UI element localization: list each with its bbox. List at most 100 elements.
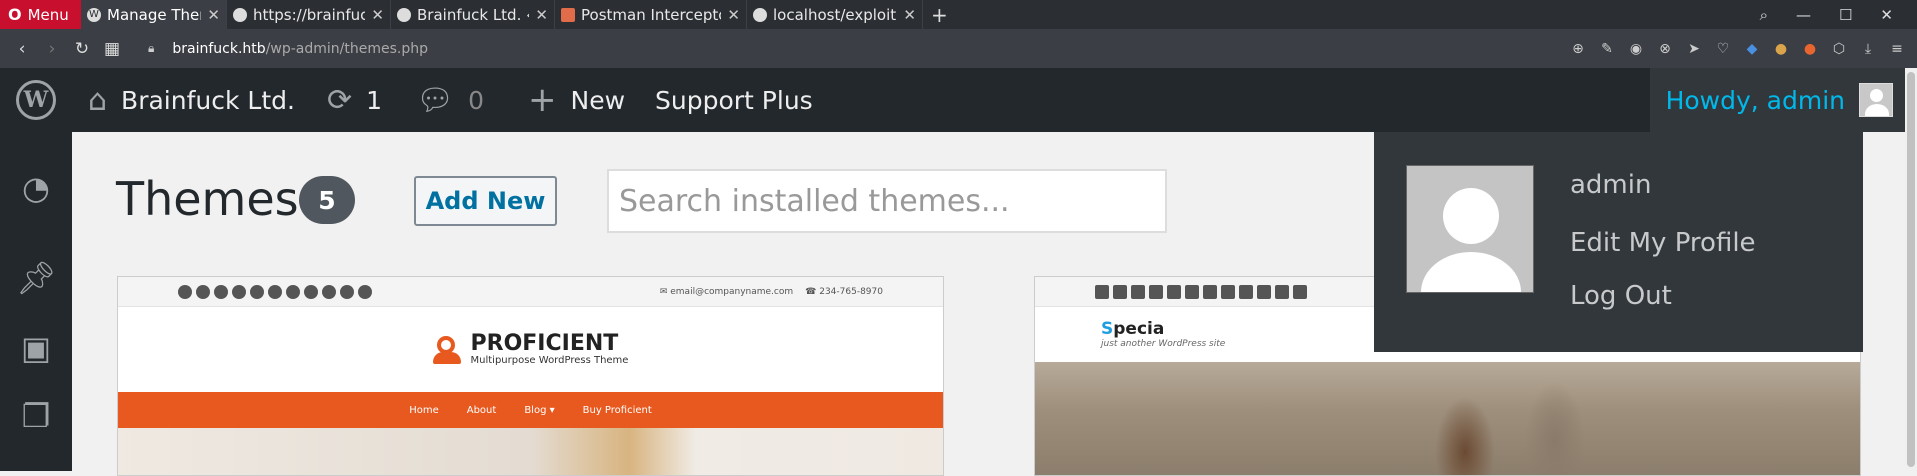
page-scrollbar[interactable] (1905, 68, 1917, 471)
twitter-icon (214, 284, 228, 299)
download-icon[interactable]: ⤓ (1860, 41, 1876, 57)
vk-icon (1257, 284, 1271, 299)
new-tab-icon[interactable]: + (931, 3, 948, 27)
support-plus-label: Support Plus (655, 85, 813, 115)
new-content-menu[interactable]: + New (528, 68, 625, 132)
site-name-menu[interactable]: ⌂ Brainfuck Ltd. (88, 68, 295, 132)
theme-preview-photo (1035, 362, 1860, 475)
extension-blue-icon[interactable]: ◆ (1744, 41, 1760, 57)
search-themes-input[interactable] (607, 169, 1167, 233)
close-tab-icon[interactable]: ✕ (903, 6, 916, 24)
minimize-icon[interactable]: — (1796, 6, 1811, 24)
tab-login[interactable]: Brainfuck Ltd. ‹ Log In ✕ (391, 0, 555, 29)
proficient-logo-icon (432, 335, 463, 364)
close-tab-icon[interactable]: ✕ (207, 6, 220, 24)
vimeo-icon (358, 284, 372, 299)
comments-menu[interactable]: 💬︎ 0 (416, 68, 484, 132)
wp-logo-menu[interactable]: W (0, 68, 72, 132)
close-tab-icon[interactable]: ✕ (535, 6, 548, 24)
dribbble-icon (268, 284, 282, 299)
tumblr-icon (1203, 284, 1217, 299)
maximize-icon[interactable]: ☐ (1839, 6, 1852, 24)
admin-sidebar: ◔ 📌︎ ▣ ❐ (0, 132, 72, 471)
theme-menu-item: Home (409, 404, 439, 416)
skype-icon (322, 284, 336, 299)
support-plus-menu[interactable]: Support Plus (655, 68, 813, 132)
posts-pin-icon[interactable]: 📌︎ (16, 258, 57, 298)
reload-icon[interactable]: ↻ (74, 39, 90, 59)
theme-menu-item: Buy Proficient (582, 404, 652, 416)
theme-menu-item: About (466, 404, 497, 416)
linkedin-icon (1113, 284, 1127, 299)
zoom-icon[interactable]: ⊕ (1570, 41, 1586, 57)
send-icon[interactable]: ➤ (1686, 41, 1702, 57)
tab-postman[interactable]: Postman Interceptor ✕ (555, 0, 747, 29)
tab-title: Manage Themes ‹ Bra (107, 5, 201, 24)
theme-name-initial: S (1101, 319, 1114, 339)
new-label: New (570, 85, 626, 115)
close-tab-icon[interactable]: ✕ (371, 6, 384, 24)
twitter-icon (1131, 284, 1145, 299)
tab-title: Postman Interceptor (581, 5, 722, 24)
edit-icon[interactable]: ✎ (1599, 41, 1615, 57)
username-link[interactable]: admin (1570, 170, 1651, 200)
easy-setup-icon[interactable]: ≡ (1889, 41, 1905, 57)
updates-icon: ⟳ (326, 82, 353, 118)
instagram-icon (250, 284, 264, 299)
my-account-menu[interactable]: Howdy, admin (1649, 68, 1905, 132)
opera-logo-icon: O (8, 5, 22, 24)
facebook-icon (1095, 284, 1109, 299)
forward-icon[interactable]: › (44, 39, 60, 59)
linkedin-icon (196, 284, 210, 299)
url-host: brainfuck.htb (172, 40, 266, 57)
back-icon[interactable]: ‹ (14, 39, 30, 59)
scrollbar-thumb[interactable] (1907, 72, 1915, 467)
vk-icon (340, 284, 354, 299)
search-tabs-icon[interactable]: ⌕ (1760, 6, 1768, 24)
tab-title: https://brainfuck.htb (253, 5, 365, 24)
globe-icon (753, 7, 767, 22)
tab-grid-icon[interactable]: ▦ (104, 39, 120, 59)
dashboard-icon[interactable]: ◔ (16, 168, 56, 208)
wordpress-logo-icon: W (16, 80, 56, 120)
extensions-toolbar: ⊕ ✎ ◉ ⊗ ➤ ♡ ◆ ● ● ⬡ ⤓ ≡ (1570, 29, 1905, 68)
theme-phone: ☎ 234-765-8970 (805, 286, 883, 297)
heart-icon[interactable]: ♡ (1715, 41, 1731, 57)
lock-icon: 🔒︎ (148, 41, 155, 55)
postman-icon (561, 7, 575, 22)
add-new-theme-button[interactable]: Add New (414, 176, 557, 226)
window-controls: ⌕ — ☐ ✕ (1760, 0, 1917, 29)
cube-icon[interactable]: ⬡ (1831, 41, 1847, 57)
adblock-icon[interactable]: ⊗ (1657, 41, 1673, 57)
updates-menu[interactable]: ⟳ 1 (327, 68, 382, 132)
extension-orange-icon[interactable]: ● (1802, 41, 1818, 57)
theme-brand: PROFICIENT Multipurpose WordPress Theme (118, 307, 943, 392)
tab-title: localhost/exploit.htm (773, 5, 897, 24)
camera-icon[interactable]: ◉ (1628, 41, 1644, 57)
logout-link[interactable]: Log Out (1570, 281, 1672, 311)
plus-icon: + (528, 80, 557, 120)
edit-profile-link[interactable]: Edit My Profile (1570, 228, 1756, 258)
browser-menu-button[interactable]: O Menu (0, 0, 81, 29)
url-field[interactable]: 🔒︎ brainfuck.htb/wp-admin/themes.php (148, 41, 428, 57)
googleplus-icon (1149, 284, 1163, 299)
updates-count: 1 (366, 85, 382, 115)
close-window-icon[interactable]: ✕ (1880, 6, 1893, 24)
theme-phone-text: 234-765-8970 (819, 286, 883, 297)
cookie-icon[interactable]: ● (1773, 41, 1789, 57)
wp-admin-bar: W ⌂ Brainfuck Ltd. ⟳ 1 💬︎ 0 + New Suppor… (0, 68, 1905, 132)
theme-name: PROFICIENT (470, 331, 619, 356)
tab-brainfuck-https[interactable]: https://brainfuck.htb ✕ (227, 0, 391, 29)
theme-preview-topbar: ✉ email@companyname.com ☎ 234-765-8970 (118, 277, 943, 307)
facebook-icon (178, 284, 192, 299)
tab-manage-themes[interactable]: W Manage Themes ‹ Bra ✕ (81, 0, 227, 29)
theme-card-proficient[interactable]: ✉ email@companyname.com ☎ 234-765-8970 P… (117, 276, 944, 476)
media-icon[interactable]: ▣ (16, 328, 56, 368)
theme-preview-menu: Home About Blog ▾ Buy Proficient (118, 392, 943, 428)
tab-exploit[interactable]: localhost/exploit.htm ✕ (747, 0, 923, 29)
avatar[interactable] (1406, 165, 1534, 293)
theme-count-badge: 5 (299, 176, 355, 224)
close-tab-icon[interactable]: ✕ (727, 6, 740, 24)
instagram-icon (1167, 284, 1181, 299)
pages-icon[interactable]: ❐ (16, 396, 56, 436)
